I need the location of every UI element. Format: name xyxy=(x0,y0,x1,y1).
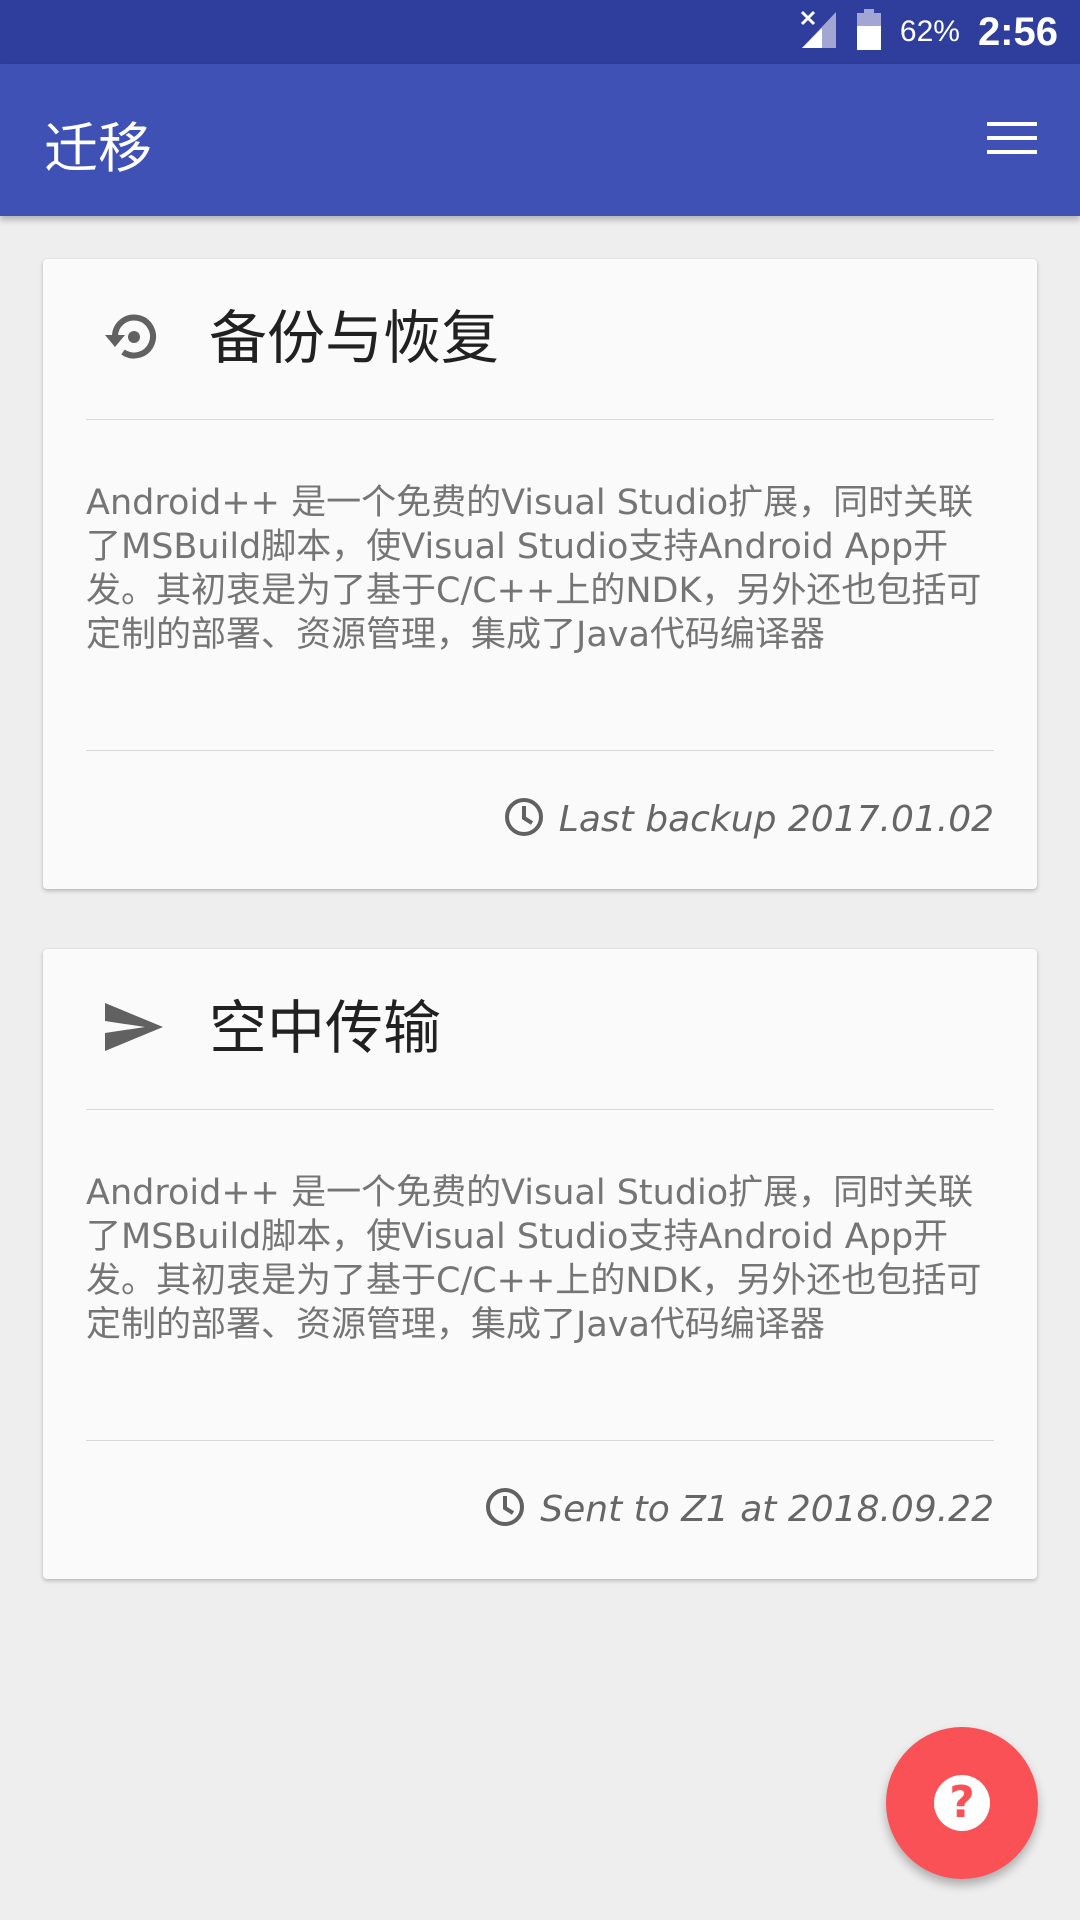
divider xyxy=(86,1440,994,1441)
clock-icon xyxy=(503,796,545,842)
app-bar: 迁移 xyxy=(0,64,1080,216)
menu-button[interactable] xyxy=(982,114,1042,166)
help-icon: ? xyxy=(934,1775,990,1831)
send-icon xyxy=(98,992,168,1062)
backup-restore-card[interactable]: 备份与恢复 Android++ 是一个免费的Visual Studio扩展，同时… xyxy=(43,259,1037,889)
sent-status-text: Sent to Z1 at 2018.09.22 xyxy=(540,1488,994,1530)
divider xyxy=(86,1109,994,1110)
last-backup-text: Last backup 2017.01.02 xyxy=(558,798,994,840)
page-title: 迁移 xyxy=(44,117,152,180)
battery-percent: 62% xyxy=(899,15,960,48)
status-bar: 62% 2:56 xyxy=(0,0,1080,64)
air-transfer-card[interactable]: 空中传输 Android++ 是一个免费的Visual Studio扩展，同时关… xyxy=(43,949,1037,1579)
card-header: 备份与恢复 xyxy=(43,259,1037,419)
card-description: Android++ 是一个免费的Visual Studio扩展，同时关联了MSB… xyxy=(86,1173,982,1345)
card-footer: Last backup 2017.01.02 xyxy=(503,789,994,849)
divider xyxy=(86,419,994,420)
hamburger-menu-icon xyxy=(987,120,1037,160)
restore-icon xyxy=(98,302,168,372)
clock-time: 2:56 xyxy=(977,9,1058,54)
clock-icon xyxy=(484,1486,526,1532)
card-header: 空中传输 xyxy=(43,949,1037,1109)
battery-icon xyxy=(856,9,882,55)
card-footer: Sent to Z1 at 2018.09.22 xyxy=(484,1479,994,1539)
card-title: 备份与恢复 xyxy=(209,304,500,372)
signal-off-icon xyxy=(800,10,838,54)
divider xyxy=(86,750,994,751)
help-fab-button[interactable]: ? xyxy=(886,1727,1038,1879)
card-description: Android++ 是一个免费的Visual Studio扩展，同时关联了MSB… xyxy=(86,483,982,655)
card-title: 空中传输 xyxy=(209,994,442,1062)
status-icons: 62% 2:56 xyxy=(800,0,1058,64)
